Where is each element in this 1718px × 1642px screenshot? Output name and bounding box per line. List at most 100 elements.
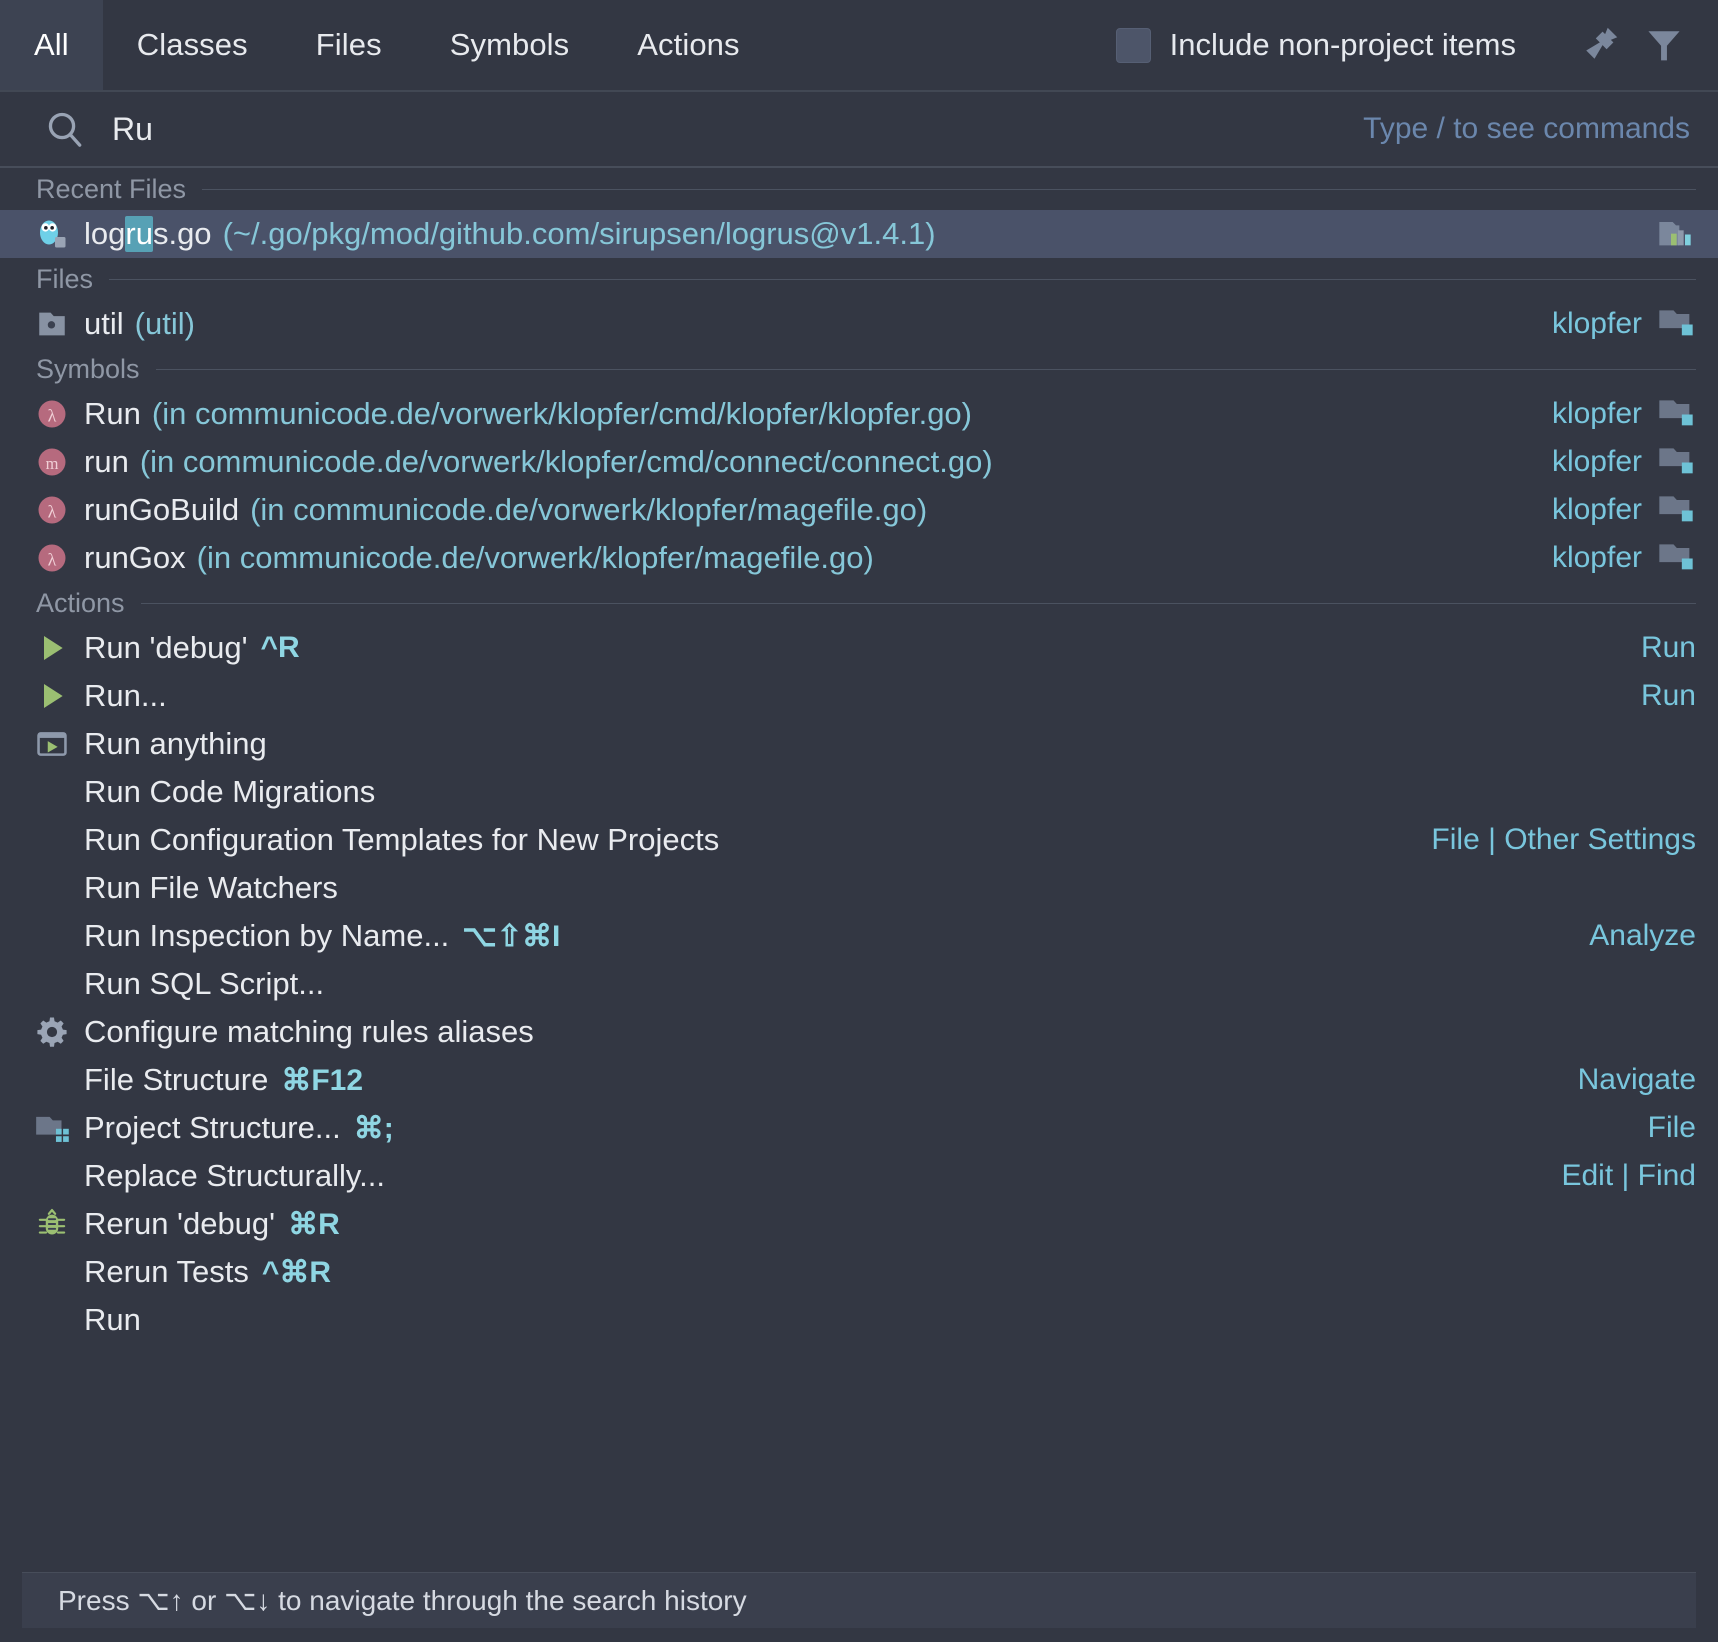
- module-icon: [1656, 302, 1696, 347]
- module-label: klopfer: [1551, 307, 1642, 340]
- action-row-rerun-tests[interactable]: Rerun Tests ^⌘R: [0, 1248, 1718, 1296]
- row-right: Run: [1641, 679, 1696, 713]
- action-row-run-sql-script[interactable]: Run SQL Script...: [0, 960, 1718, 1008]
- tab-symbols[interactable]: Symbols: [416, 0, 604, 90]
- tab-files[interactable]: Files: [282, 0, 416, 90]
- row-right: Edit | Find: [1561, 1159, 1696, 1193]
- action-label: Run File Watchers: [84, 870, 338, 905]
- go-gopher-file-icon: [28, 216, 76, 252]
- symbol-location: (in communicode.de/vorwerk/klopfer/cmd/c…: [139, 444, 993, 479]
- action-row-project-structure[interactable]: Project Structure... ⌘; File: [0, 1104, 1718, 1152]
- file-name-suffix: s.go: [152, 216, 212, 251]
- group-header-symbols: Symbols: [0, 348, 1718, 390]
- result-row-symbol-run[interactable]: λ Run (in communicode.de/vorwerk/klopfer/…: [0, 390, 1718, 438]
- action-row-run-code-migrations[interactable]: Run Code Migrations: [0, 768, 1718, 816]
- group-header-files: Files: [0, 258, 1718, 300]
- symbol-location: (in communicode.de/vorwerk/klopfer/magef…: [196, 540, 874, 575]
- gear-icon: [28, 1015, 76, 1049]
- action-shortcut: ⌘F12: [281, 1063, 364, 1097]
- search-input[interactable]: Ru: [112, 111, 1363, 148]
- include-non-project-items-checkbox[interactable]: Include non-project items: [1115, 27, 1516, 63]
- module-label: klopfer: [1551, 397, 1642, 430]
- row-right: klopfer: [1552, 302, 1696, 347]
- action-group-label: Navigate: [1577, 1063, 1696, 1096]
- lambda-function-icon: λ: [28, 540, 76, 576]
- run-play-icon: [28, 632, 76, 664]
- action-row-run-dialog[interactable]: Run... Run: [0, 672, 1718, 720]
- tab-classes-label: Classes: [136, 27, 248, 62]
- action-label: Run: [84, 1302, 141, 1337]
- result-row-symbol-rungox[interactable]: λ runGox (in communicode.de/vorwerk/klopf…: [0, 534, 1718, 582]
- group-divider: [202, 188, 1696, 190]
- module-label: klopfer: [1551, 493, 1642, 526]
- tab-actions[interactable]: Actions: [603, 0, 773, 90]
- filter-button[interactable]: [1632, 13, 1696, 77]
- include-non-project-items-label: Include non-project items: [1169, 27, 1516, 62]
- module-label: klopfer: [1551, 445, 1642, 478]
- action-row-run-anything[interactable]: Run anything: [0, 720, 1718, 768]
- action-shortcut: ^⌘R: [261, 1255, 332, 1289]
- action-row-run-debug[interactable]: Run 'debug' ^R Run: [0, 624, 1718, 672]
- tab-bar-controls: Include non-project items: [1115, 0, 1718, 90]
- status-bar: Press ⌥↑ or ⌥↓ to navigate through the s…: [22, 1572, 1696, 1628]
- results-list: Recent Files log ru s.go (~/.go/pkg/mod/git…: [0, 168, 1718, 1572]
- row-right: File: [1648, 1111, 1696, 1145]
- tab-classes[interactable]: Classes: [103, 0, 282, 90]
- module-label: klopfer: [1551, 541, 1642, 574]
- action-row-run-configuration-templates[interactable]: Run Configuration Templates for New Proj…: [0, 816, 1718, 864]
- search-history-hint: Press ⌥↑ or ⌥↓ to navigate through the s…: [58, 1585, 747, 1616]
- result-label: run (in communicode.de/vorwerk/klopfer/cm…: [84, 444, 993, 480]
- action-label: Run anything: [84, 726, 267, 761]
- action-shortcut: ⌘;: [353, 1111, 394, 1145]
- symbol-name: run: [84, 444, 129, 479]
- filter-icon: [1648, 31, 1680, 61]
- action-row-rerun-debug[interactable]: Rerun 'debug' ⌘R: [0, 1200, 1718, 1248]
- module-icon: [1656, 488, 1696, 533]
- action-label: Run Inspection by Name...: [84, 918, 450, 953]
- action-row-run-inspection-by-name[interactable]: Run Inspection by Name... ⌥⇧⌘I Analyze: [0, 912, 1718, 960]
- debug-bug-icon: [28, 1207, 76, 1241]
- row-right: Run: [1641, 631, 1696, 665]
- module-icon: [1656, 536, 1696, 581]
- group-title-actions: Actions: [36, 587, 125, 618]
- action-group-label: File | Other Settings: [1431, 823, 1696, 856]
- action-row-configure-matching-rules-aliases[interactable]: Configure matching rules aliases: [0, 1008, 1718, 1056]
- action-shortcut: ⌥⇧⌘I: [462, 919, 561, 953]
- symbol-name: runGoBuild: [84, 492, 240, 527]
- result-row-logrus-go[interactable]: log ru s.go (~/.go/pkg/mod/github.com/sirup…: [0, 210, 1718, 258]
- svg-text:m: m: [46, 454, 59, 473]
- action-row-run[interactable]: Run: [0, 1296, 1718, 1344]
- action-row-replace-structurally[interactable]: Replace Structurally... Edit | Find: [0, 1152, 1718, 1200]
- action-group-label: Run: [1640, 631, 1696, 664]
- tab-symbols-label: Symbols: [449, 27, 570, 62]
- action-label: Run Configuration Templates for New Proj…: [84, 822, 720, 857]
- tab-all[interactable]: All: [0, 0, 103, 90]
- module-icon: [1656, 440, 1696, 485]
- library-module-icon: [1656, 212, 1696, 257]
- group-title-symbols: Symbols: [36, 353, 140, 384]
- search-bar[interactable]: Ru Type / to see commands: [0, 92, 1718, 168]
- symbol-name: runGox: [84, 540, 186, 575]
- symbol-location: (in communicode.de/vorwerk/klopfer/cmd/k…: [151, 396, 972, 431]
- file-location: (util): [134, 306, 195, 341]
- action-row-run-file-watchers[interactable]: Run File Watchers: [0, 864, 1718, 912]
- action-label: Replace Structurally...: [84, 1158, 385, 1193]
- action-label: Run SQL Script...: [84, 966, 325, 1001]
- row-right: klopfer: [1552, 440, 1696, 485]
- pin-icon: [1586, 27, 1618, 59]
- action-label: Project Structure...: [84, 1110, 341, 1145]
- file-name-match: ru: [125, 216, 153, 252]
- search-icon: [44, 108, 86, 150]
- action-row-file-structure[interactable]: File Structure ⌘F12 Navigate: [0, 1056, 1718, 1104]
- result-row-symbol-run-method[interactable]: m run (in communicode.de/vorwerk/klopfer/…: [0, 438, 1718, 486]
- result-row-symbol-rungobuild[interactable]: λ runGoBuild (in communicode.de/vorwerk/k…: [0, 486, 1718, 534]
- pin-button[interactable]: [1568, 13, 1632, 77]
- group-title-recent-files: Recent Files: [36, 173, 187, 204]
- tab-bar: All Classes Files Symbols Actions Includ…: [0, 0, 1718, 92]
- action-label: Run 'debug': [84, 630, 248, 665]
- action-shortcut: ⌘R: [288, 1207, 340, 1241]
- result-row-util[interactable]: util (util) klopfer: [0, 300, 1718, 348]
- project-structure-icon: [28, 1109, 76, 1147]
- group-divider: [140, 602, 1696, 604]
- action-group-label: File: [1647, 1111, 1696, 1144]
